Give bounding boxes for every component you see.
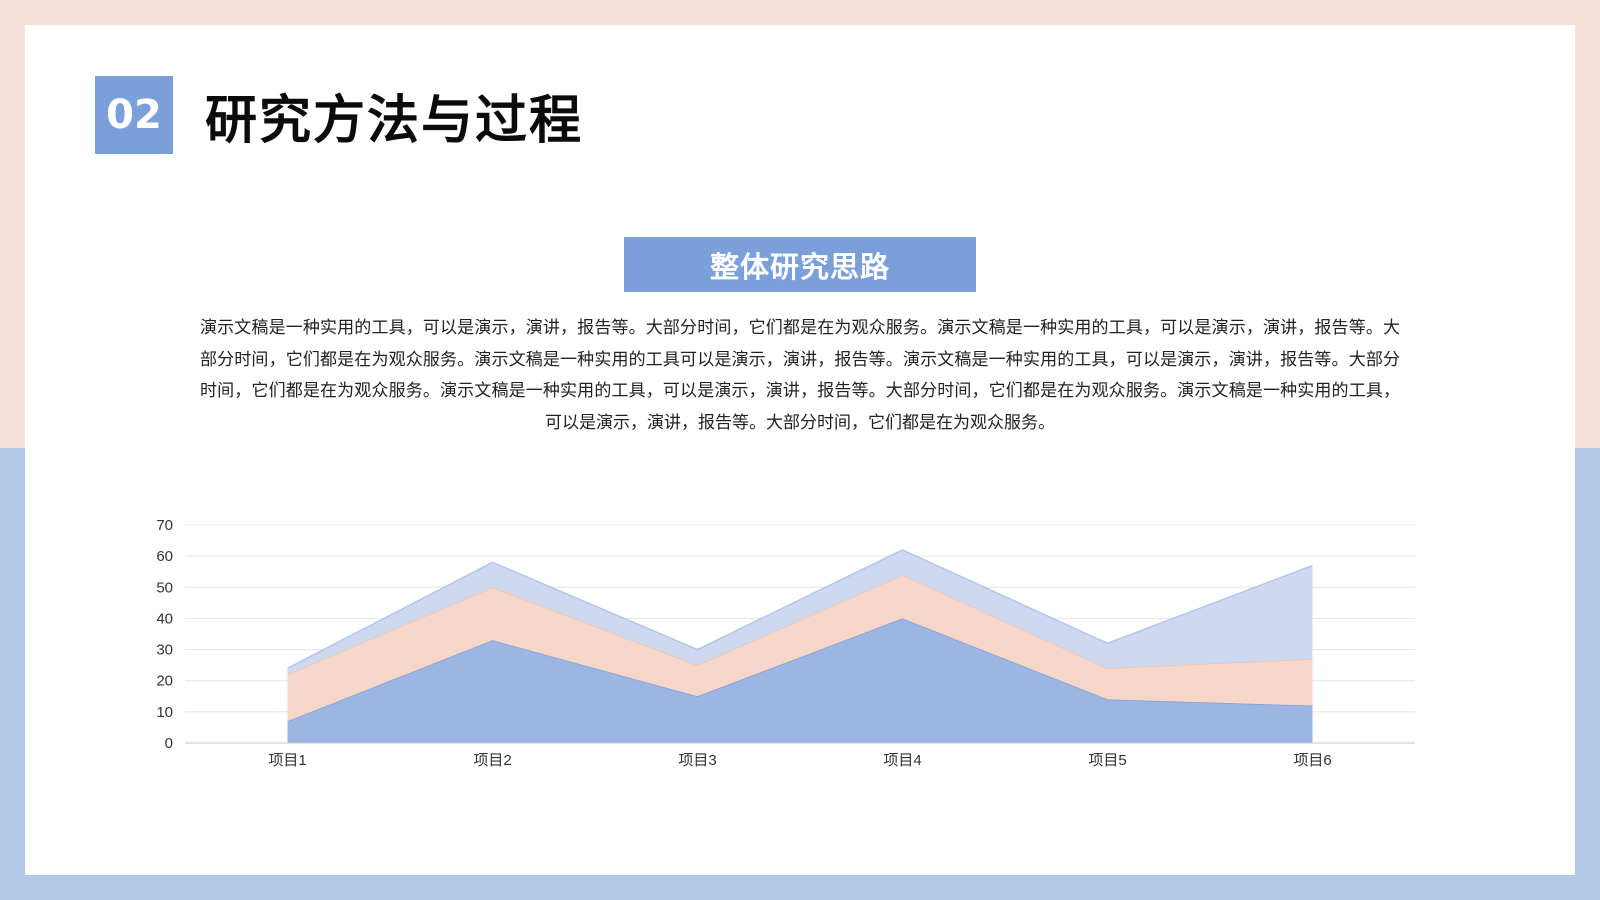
x-tick-label: 项目5 <box>1088 752 1126 769</box>
y-tick-label: 20 <box>156 673 173 690</box>
y-tick-label: 70 <box>156 517 173 534</box>
x-tick-label: 项目1 <box>268 752 306 769</box>
y-tick-label: 30 <box>156 642 173 659</box>
x-tick-label: 项目3 <box>678 752 716 769</box>
x-tick-label: 项目4 <box>883 752 921 769</box>
y-tick-label: 40 <box>156 610 173 627</box>
chart-areas <box>287 549 1313 743</box>
stacked-area-chart: 0 10 20 30 40 50 60 70 项目1 项目2 项目3 项目4 项目5 项目6 <box>140 510 1460 780</box>
chart-svg: 0 10 20 30 40 50 60 70 项目1 项目2 项目3 项目4 项目5 项目6 <box>156 517 1415 769</box>
y-tick-label: 0 <box>165 735 173 752</box>
x-tick-label: 项目2 <box>473 752 511 769</box>
page-title: 研究方法与过程 <box>205 90 584 151</box>
y-tick-label: 50 <box>156 579 173 596</box>
x-tick-label: 项目6 <box>1293 752 1331 769</box>
section-number-badge: 02 <box>95 76 173 154</box>
y-tick-label: 60 <box>156 548 173 565</box>
body-paragraph: 演示文稿是一种实用的工具，可以是演示，演讲，报告等。大部分时间，它们都是在为观众… <box>200 318 1400 433</box>
section-heading-banner: 整体研究思路 <box>624 237 976 292</box>
y-tick-label: 10 <box>156 704 173 721</box>
